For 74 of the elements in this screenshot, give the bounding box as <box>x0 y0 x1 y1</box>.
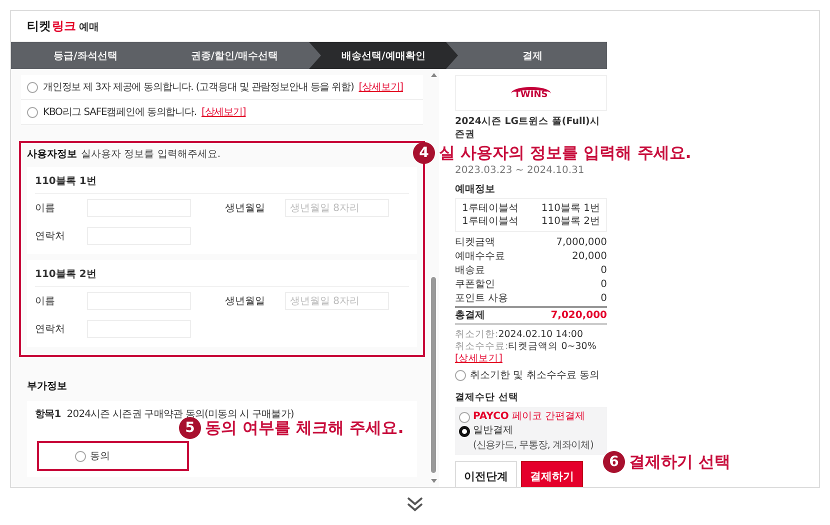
item-label: 항목1 <box>35 408 61 421</box>
option-note: (신용카드, 무통장, 계좌이체) <box>472 439 594 452</box>
step-tab[interactable]: 등급/좌석선택 <box>11 42 160 69</box>
event-period: 2023.03.23 ~ 2024.10.31 <box>455 165 586 176</box>
price-value: 0 <box>600 264 607 278</box>
section-title: 사용자정보 <box>27 148 77 161</box>
section-title: 예매정보 <box>455 183 496 196</box>
seat-title: 110블록 1번 <box>35 169 409 194</box>
seat-number: 110블록 1번 <box>541 202 600 215</box>
birthdate-field[interactable]: 생년월일 8자리 <box>285 292 389 310</box>
radio-button[interactable] <box>455 370 466 380</box>
agreement-text: KBO리그 SAFE캠페인에 동의합니다. <box>43 106 196 119</box>
logo-text: 티켓 <box>27 18 51 34</box>
payco-brand: PAYCO <box>473 410 509 424</box>
team-logo: TWINS <box>511 86 551 100</box>
radio-label: 취소기한 및 취소수수료 동의 <box>470 369 600 382</box>
field-label: 생년월일 <box>225 295 266 308</box>
radio-label: 동의 <box>90 450 110 463</box>
double-chevron-down-icon[interactable] <box>406 496 424 512</box>
event-title: 2024시즌 LG트윈스 풀(Full)시즌권 <box>455 115 601 141</box>
step-tab[interactable]: 권종/할인/매수선택 <box>160 42 309 69</box>
field-label: 연락처 <box>35 230 66 243</box>
scroll-down-icon[interactable] <box>431 479 437 483</box>
agreement-text: 개인정보 제 3자 제공에 동의합니다. (고객응대 및 관람정보안내 등을 위함) <box>43 81 354 94</box>
field-label: 생년월일 <box>225 202 266 215</box>
annotation-text: 동의 여부를 체크해 주세요. <box>205 418 404 438</box>
field-label: 이름 <box>35 202 56 215</box>
price-value: 7,000,000 <box>556 236 607 250</box>
radio-button[interactable] <box>27 106 38 118</box>
section-subtitle: 실사용자 정보를 입력해주세요. <box>81 148 221 161</box>
birthdate-field[interactable]: 생년월일 8자리 <box>285 199 389 217</box>
price-label: 총결제 <box>455 309 485 323</box>
price-value: 7,020,000 <box>550 309 607 323</box>
scroll-up-icon[interactable] <box>431 73 437 77</box>
section-title: 부가정보 <box>27 380 68 393</box>
price-label: 배송료 <box>455 264 485 278</box>
details-link[interactable]: [상세보기] <box>455 353 502 364</box>
fee-value: 티켓금액의 0~30% <box>508 341 596 352</box>
field-label: 이름 <box>35 295 56 308</box>
details-link[interactable]: [상세보기] <box>358 80 403 94</box>
price-label: 쿠폰할인 <box>455 278 495 292</box>
fee-label: 취소수수료: <box>455 341 508 352</box>
field-label: 연락처 <box>35 323 66 336</box>
back-button[interactable]: 이전단계 <box>455 461 517 487</box>
step-tab[interactable]: 결제 <box>458 42 607 69</box>
details-link[interactable]: [상세보기] <box>202 105 246 119</box>
radio-button[interactable] <box>75 450 86 462</box>
radio-button[interactable] <box>459 412 470 422</box>
price-value: 0 <box>600 292 607 306</box>
seat-grade: 1루테이블석 <box>462 215 518 228</box>
price-label: 티켓금액 <box>455 236 495 250</box>
seat-grade: 1루테이블석 <box>462 202 518 215</box>
radio-button[interactable] <box>27 82 38 92</box>
price-value: 20,000 <box>572 250 607 264</box>
pay-button[interactable]: 결제하기 <box>521 461 583 487</box>
price-label: 예매수수료 <box>455 250 505 264</box>
price-label: 포인트 사용 <box>455 292 508 306</box>
step-number-badge: 6 <box>603 451 625 473</box>
seat-number: 110블록 2번 <box>541 215 600 228</box>
option-label: 일반결제 <box>473 424 513 438</box>
section-title: 결제수단 선택 <box>455 391 520 404</box>
step-number-badge: 5 <box>179 417 201 439</box>
deadline-value: 2024.02.10 14:00 <box>498 329 583 340</box>
price-value: 0 <box>600 278 607 292</box>
deadline-label: 취소기한: <box>455 329 498 340</box>
annotation-text: 실 사용자의 정보를 입력해 주세요. <box>439 142 692 164</box>
annotation-text: 결제하기 선택 <box>629 452 731 472</box>
seat-title: 110블록 2번 <box>35 262 409 287</box>
logo-text: 링크 <box>52 18 76 34</box>
scrollbar-thumb[interactable] <box>431 277 436 473</box>
step-tab[interactable]: 배송선택/예매확인 <box>309 42 458 69</box>
radio-button[interactable] <box>459 426 470 436</box>
option-label: 페이코 간편결제 <box>512 410 586 424</box>
logo-caption: 예매 <box>79 20 99 34</box>
